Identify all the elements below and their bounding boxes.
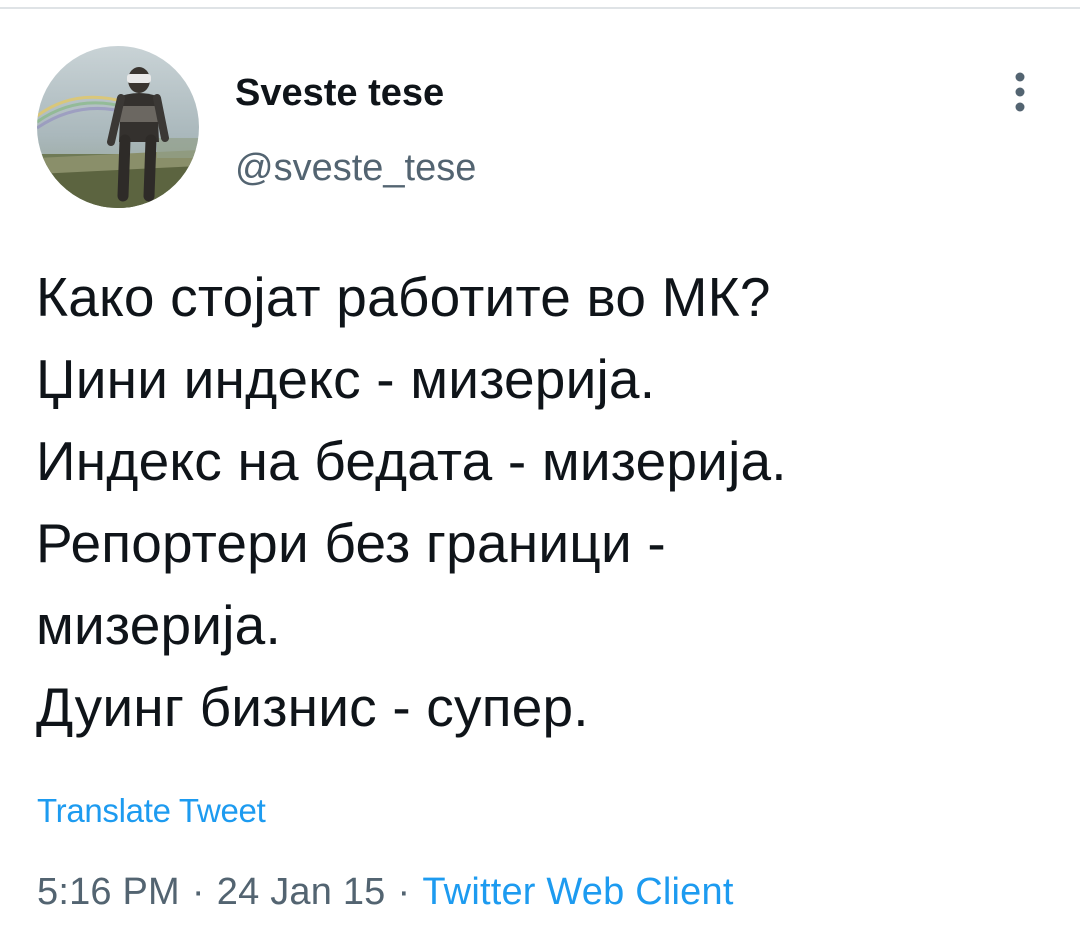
tweet-text-line: мизерија. [36,594,281,656]
meta-separator: · [397,871,411,913]
avatar[interactable] [37,46,199,208]
more-options-button[interactable] [1000,66,1040,122]
tweet-text-line: Репортери без граници - [36,512,666,574]
tweet-date[interactable]: 24 Jan 15 [217,871,386,913]
top-divider [0,7,1080,9]
tweet-detail: Sveste tese @sveste_tese Како стојат раб… [0,0,1080,927]
display-name[interactable]: Sveste tese [235,71,444,115]
user-handle[interactable]: @sveste_tese [235,146,476,190]
tweet-text-line: Дуинг бизнис - супер. [36,676,589,738]
tweet-source-link[interactable]: Twitter Web Client [422,871,733,913]
tweet-text-line: Индекс на бедата - мизерија. [36,430,787,492]
avatar-photo [37,46,199,208]
tweet-text-line: Џини индекс - мизерија. [36,348,656,410]
tweet-metadata: 5:16 PM · 24 Jan 15 · Twitter Web Client [37,867,734,917]
more-vertical-icon [1015,72,1025,112]
tweet-text: Како стојат работите во МК? Џини индекс … [36,256,1046,748]
tweet-text-line: Како стојат работите во МК? [36,266,771,328]
meta-separator: · [191,871,205,913]
translate-tweet-link[interactable]: Translate Tweet [37,789,266,833]
tweet-time[interactable]: 5:16 PM [37,871,180,913]
